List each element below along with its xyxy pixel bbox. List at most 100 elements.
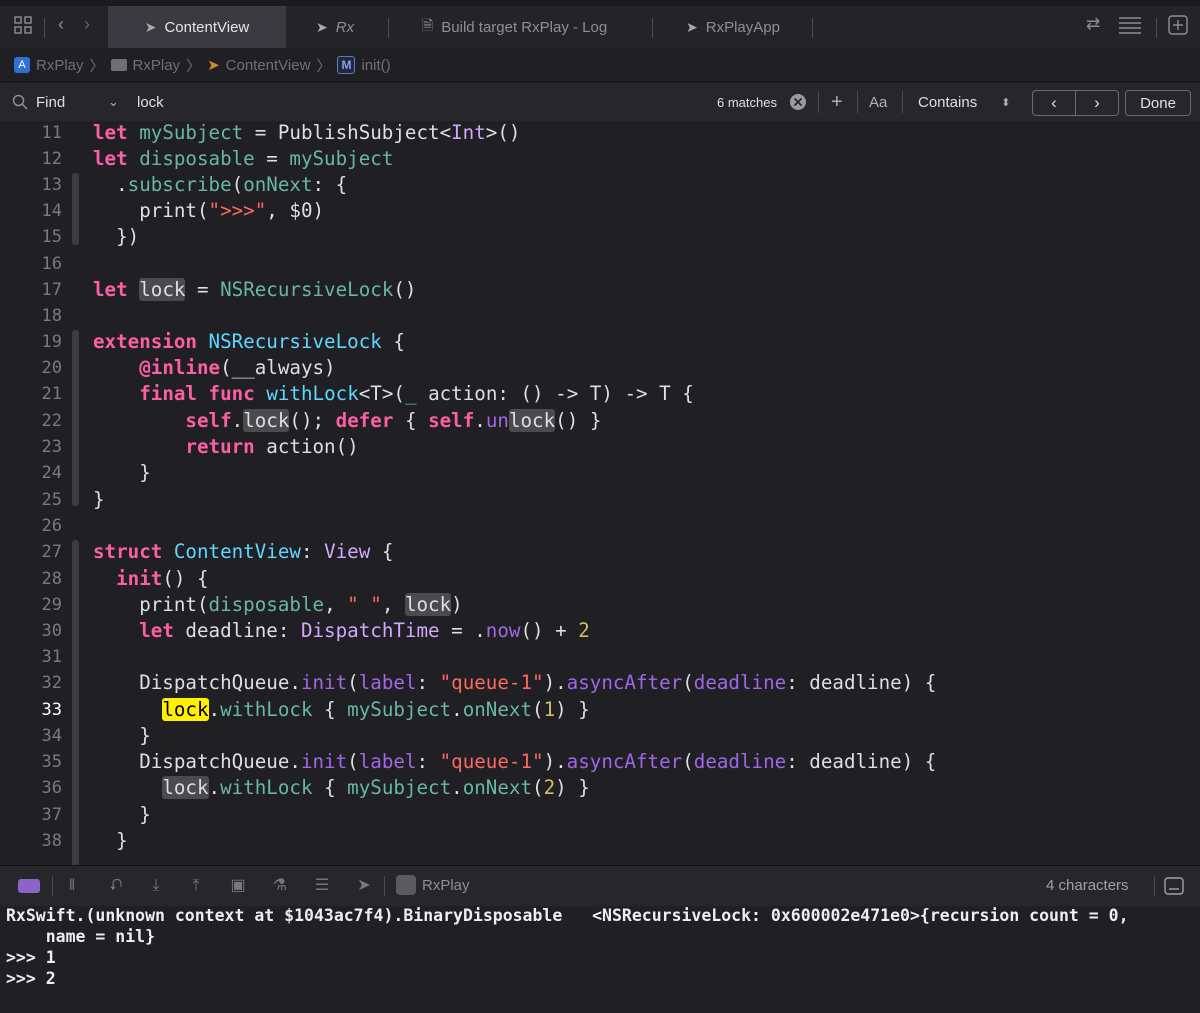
code-line: let lock = NSRecursiveLock() <box>93 278 417 301</box>
line-number[interactable]: 23 <box>0 437 62 457</box>
app-icon <box>396 875 416 895</box>
code-fold-ribbon[interactable] <box>72 173 79 245</box>
line-number[interactable]: 27 <box>0 542 62 562</box>
line-number[interactable]: 16 <box>0 254 62 274</box>
tab-contentview[interactable]: ➤ ContentView <box>108 6 286 48</box>
code-line: self.lock(); defer { self.unlock() } <box>185 409 602 432</box>
source-editor[interactable]: 11 12 13 14 15 16 17 18 19 20 21 22 23 24 25 26 27 28 29 30… <box>0 121 1200 865</box>
line-number[interactable]: 29 <box>0 595 62 615</box>
current-search-match: lock <box>162 698 209 721</box>
clear-search-icon[interactable] <box>789 83 807 121</box>
tab-rx[interactable]: ➤ Rx <box>316 6 354 48</box>
add-editor-icon[interactable] <box>1168 15 1188 35</box>
search-match: lock <box>508 409 556 432</box>
line-number[interactable]: 32 <box>0 673 62 693</box>
match-type-select[interactable]: Contains ⬍ <box>918 83 1010 121</box>
document-icon: 🗎 <box>422 17 434 33</box>
swift-icon: ➤ <box>686 18 698 35</box>
find-bar: Find ⌄ lock 6 matches + Aa Contains ⬍ ‹ … <box>0 83 1200 122</box>
breadcrumb-label: RxPlay <box>132 56 181 74</box>
line-number[interactable]: 34 <box>0 726 62 746</box>
code-line: }) <box>93 225 140 248</box>
hide-console-icon[interactable] <box>1164 877 1184 895</box>
chevron-down-icon[interactable]: ⌄ <box>108 83 119 121</box>
code-line: .subscribe(onNext: { <box>93 173 348 196</box>
code-fold-ribbon[interactable] <box>72 540 79 865</box>
breadcrumb-item-method[interactable]: M init() <box>337 56 391 74</box>
match-count: 6 matches <box>717 94 777 110</box>
line-number[interactable]: 33 <box>0 700 62 720</box>
simulate-location-icon[interactable]: ➤ <box>354 876 374 896</box>
memory-graph-icon[interactable]: ⚗ <box>270 876 290 896</box>
case-sensitive-toggle[interactable]: Aa <box>869 83 887 121</box>
line-number[interactable]: 38 <box>0 831 62 851</box>
forward-arrow-icon[interactable]: › <box>84 14 90 35</box>
code-line: } <box>93 488 105 511</box>
done-button[interactable]: Done <box>1125 90 1191 116</box>
code-line: let deadline: DispatchTime = .now() + 2 <box>139 619 590 642</box>
next-match-button[interactable]: › <box>1076 91 1118 115</box>
line-number[interactable]: 26 <box>0 516 62 536</box>
tab-label: Build target RxPlay - Log <box>441 18 608 36</box>
step-into-icon[interactable]: ⤓ <box>146 876 166 896</box>
line-number[interactable]: 35 <box>0 752 62 772</box>
line-number[interactable]: 30 <box>0 621 62 641</box>
grid-icon[interactable] <box>14 16 32 34</box>
match-type-label: Contains <box>918 93 978 111</box>
environment-overrides-icon[interactable]: ☰ <box>312 876 332 896</box>
code-fold-ribbon[interactable] <box>72 330 79 506</box>
debug-bar: ‖ ⮏ ⤓ ⤒ ▣ ⚗ ☰ ➤ RxPlay 4 characters <box>0 865 1200 907</box>
line-number[interactable]: 15 <box>0 227 62 247</box>
line-number[interactable]: 21 <box>0 384 62 404</box>
line-number[interactable]: 14 <box>0 201 62 221</box>
tab-build-log[interactable]: 🗎 Build target RxPlay - Log <box>422 6 607 48</box>
previous-match-button[interactable]: ‹ <box>1033 91 1075 115</box>
match-nav: ‹ › <box>1032 90 1119 116</box>
console-status: 4 characters <box>1046 877 1129 894</box>
line-number[interactable]: 18 <box>0 306 62 326</box>
step-out-icon[interactable]: ⤒ <box>186 876 206 896</box>
line-number[interactable]: 11 <box>0 123 62 143</box>
find-mode-dropdown[interactable]: Find <box>12 83 65 121</box>
line-number[interactable]: 19 <box>0 332 62 352</box>
code-line: } <box>93 803 151 826</box>
code-line: } <box>93 829 128 852</box>
search-match: lock <box>162 776 209 799</box>
tab-label: Rx <box>335 18 355 36</box>
find-query-input[interactable]: lock <box>137 83 164 121</box>
pause-icon[interactable]: ‖ <box>62 876 82 896</box>
code-line: @inline(__always) <box>139 356 336 379</box>
line-number[interactable]: 37 <box>0 805 62 825</box>
console-line: RxSwift.(unknown context at $1043ac7f4).… <box>6 906 1129 925</box>
breakpoints-toggle-icon[interactable] <box>18 879 40 893</box>
line-number[interactable]: 31 <box>0 647 62 667</box>
line-number[interactable]: 20 <box>0 358 62 378</box>
line-number[interactable]: 36 <box>0 778 62 798</box>
line-number[interactable]: 17 <box>0 280 62 300</box>
debug-console[interactable]: RxSwift.(unknown context at $1043ac7f4).… <box>0 906 1200 1013</box>
tab-label: ContentView <box>164 18 250 36</box>
code-line: let mySubject = PublishSubject<Int>() <box>93 121 521 144</box>
back-arrow-icon[interactable]: ‹ <box>58 14 64 35</box>
line-number[interactable]: 22 <box>0 411 62 431</box>
breadcrumb-item-folder[interactable]: RxPlay <box>110 56 181 74</box>
add-pattern-icon[interactable]: + <box>831 83 843 121</box>
tab-rxplayapp[interactable]: ➤ RxPlayApp <box>686 6 780 48</box>
find-mode-label: Find <box>36 93 66 111</box>
breadcrumb-label: RxPlay <box>36 56 84 74</box>
swap-arrows-icon[interactable]: ⇄ <box>1086 14 1100 34</box>
line-number[interactable]: 13 <box>0 175 62 195</box>
line-number[interactable]: 25 <box>0 490 62 510</box>
method-icon: M <box>337 56 356 74</box>
line-number[interactable]: 24 <box>0 463 62 483</box>
chevron-right-icon: 〉 <box>89 57 105 75</box>
editor-options-icon[interactable] <box>1118 16 1142 34</box>
code-line: return action() <box>185 435 359 458</box>
line-number[interactable]: 28 <box>0 569 62 589</box>
breadcrumb-item-file[interactable]: ➤ ContentView <box>207 56 310 75</box>
debug-view-hierarchy-icon[interactable]: ▣ <box>228 876 248 896</box>
breadcrumb-item-project[interactable]: A RxPlay <box>14 57 84 74</box>
step-over-icon[interactable]: ⮏ <box>106 876 126 896</box>
line-number[interactable]: 12 <box>0 149 62 169</box>
target-selector[interactable]: RxPlay <box>396 875 470 895</box>
